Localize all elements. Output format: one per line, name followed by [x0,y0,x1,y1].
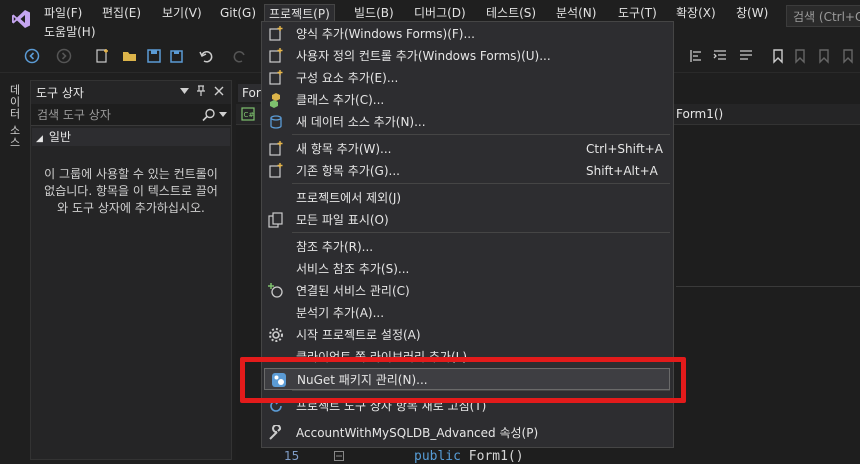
toolbox-group-label: 일반 [48,130,72,144]
menu-separator [292,183,670,184]
bookmark-clear-icon[interactable] [840,48,856,64]
menu-item-9[interactable]: 분석(N) [552,4,600,22]
project-menu-item-18[interactable]: AccountWithMySQLDB_Advanced 속성(P) [262,422,673,444]
project-menu-item-9[interactable]: 모든 파일 표시(O) [262,209,673,231]
project-menu-item-label: 참조 추가(R)... [296,240,374,254]
menu-item-8[interactable]: 테스트(S) [482,4,540,22]
csharp-file-icon: C# [241,107,255,121]
code-keyword: public [414,449,461,464]
connected-services-icon [268,283,283,298]
back-icon[interactable] [24,48,40,64]
collapse-triangle-icon: ◢ [36,134,43,144]
bookmark-icon[interactable] [770,48,786,64]
project-menu-item-11[interactable]: 서비스 참조 추가(S)... [262,258,673,280]
add-datasource-icon [270,115,282,129]
project-menu-item-label: 클래스 추가(C)... [296,93,385,107]
project-menu-item-4[interactable]: 클래스 추가(C)... [262,89,673,111]
project-menu-item-label: 새 데이터 소스 추가(N)... [296,115,426,129]
menu-item-1[interactable]: 파일(F) [40,4,86,22]
project-menu-item-1[interactable]: 양식 추가(Windows Forms)(F)... [262,23,673,45]
add-usercontrol-icon [269,48,283,63]
project-menu-item-label: 새 항목 추가(W)... [296,142,392,156]
comment-icon[interactable] [738,48,754,64]
open-folder-icon[interactable] [122,48,138,64]
add-form-icon [269,26,283,41]
search-input[interactable]: 검색 (Ctrl+Q [786,5,860,27]
menu-item-4[interactable]: Git(G) [216,4,260,22]
project-menu-item-8[interactable]: 프로젝트에서 제외(J) [262,187,673,209]
new-item-icon [269,141,283,156]
project-menu-item-7[interactable]: 기존 항목 추가(G)... Shift+Alt+A [262,160,673,182]
project-menu-item-label: 사용자 정의 컨트롤 추가(Windows Forms)(U)... [296,49,551,63]
code-line: public Form1() [414,449,524,464]
menu-item-10[interactable]: 도구(T) [614,4,661,22]
project-menu-item-label: 서비스 참조 추가(S)... [296,262,410,276]
project-menu-item-label: 기존 항목 추가(G)... [296,164,400,178]
project-menu-item-label: 프로젝트에서 제외(J) [296,191,402,205]
forward-icon[interactable] [56,48,72,64]
align-icon[interactable] [688,48,704,64]
panel-dropdown-icon[interactable] [180,88,189,95]
code-text: Form1() [460,449,524,464]
add-component-icon [269,70,283,85]
toolbox-empty-message: 이 그룹에 사용할 수 있는 컨트롤이 없습니다. 항목을 이 텍스트로 끌어와… [44,167,218,215]
project-menu-item-label: 시작 프로젝트로 설정(A) [296,328,421,342]
toolbox-group-header[interactable]: ◢ 일반 [32,128,230,146]
toolbox-search-input[interactable]: 검색 도구 상자 [31,104,231,126]
menu-item-12[interactable]: 창(W) [732,4,772,22]
show-all-files-icon [268,212,283,228]
pin-icon[interactable] [196,85,206,97]
save-icon[interactable] [146,48,162,64]
project-menu-item-2[interactable]: 사용자 정의 컨트롤 추가(Windows Forms)(U)... [262,45,673,67]
search-icon[interactable] [202,108,216,122]
bookmark-prev-icon[interactable] [792,48,808,64]
project-menu-item-label: AccountWithMySQLDB_Advanced 속성(P) [296,426,539,440]
existing-item-icon [269,163,283,178]
menu-item-3[interactable]: 보기(V) [158,4,206,22]
menu-item-6[interactable]: 빌드(B) [350,4,398,22]
data-sources-tab[interactable]: 데이터 소스 [8,84,22,149]
project-menu-item-label: 구성 요소 추가(E)... [296,71,399,85]
line-number: 15 [284,449,300,463]
add-class-icon [270,93,280,108]
svg-text:C#: C# [244,111,255,119]
project-menu-item-5[interactable]: 새 데이터 소스 추가(N)... [262,111,673,133]
undo-icon[interactable] [198,48,214,64]
project-menu-item-label: 양식 추가(Windows Forms)(F)... [296,27,475,41]
new-project-icon[interactable] [94,48,110,64]
project-menu-item-6[interactable]: 새 항목 추가(W)... Ctrl+Shift+A [262,138,673,160]
project-menu-item-label: 분석기 추가(A)... [296,306,385,320]
shortcut-text: Shift+Alt+A [586,164,658,178]
project-menu-item-label: 연결된 서비스 관리(C) [296,284,410,298]
project-menu-item-10[interactable]: 참조 추가(R)... [262,236,673,258]
redo-icon[interactable] [232,48,248,64]
menu-separator [292,134,670,135]
project-menu-item-12[interactable]: 연결된 서비스 관리(C) [262,280,673,302]
menu-help[interactable]: 도움말(H) [40,23,100,41]
project-menu-item-13[interactable]: 분석기 추가(A)... [262,302,673,324]
editor-divider [676,286,860,287]
wrench-icon [269,425,281,440]
menu-separator [292,232,670,233]
project-menu-item-3[interactable]: 구성 요소 추가(E)... [262,67,673,89]
gear-icon [269,328,283,342]
project-menu-item-label: 모든 파일 표시(O) [296,213,389,227]
menu-item-11[interactable]: 확장(X) [672,4,720,22]
toolbox-title: 도구 상자 [36,86,84,100]
bookmark-next-icon[interactable] [816,48,832,64]
save-all-icon[interactable] [168,48,184,64]
menu-item-7[interactable]: 디버그(D) [410,4,470,22]
indent-icon[interactable] [712,48,728,64]
member-dropdown[interactable]: Form1() [676,105,723,123]
menu-item-2[interactable]: 편집(E) [98,4,145,22]
project-menu-item-14[interactable]: 시작 프로젝트로 설정(A) [262,324,673,346]
search-dropdown-icon[interactable] [219,112,227,118]
highlight-annotation-box [240,357,686,403]
shortcut-text: Ctrl+Shift+A [586,142,663,156]
close-icon[interactable] [214,86,224,96]
visual-studio-logo-icon [12,10,30,28]
